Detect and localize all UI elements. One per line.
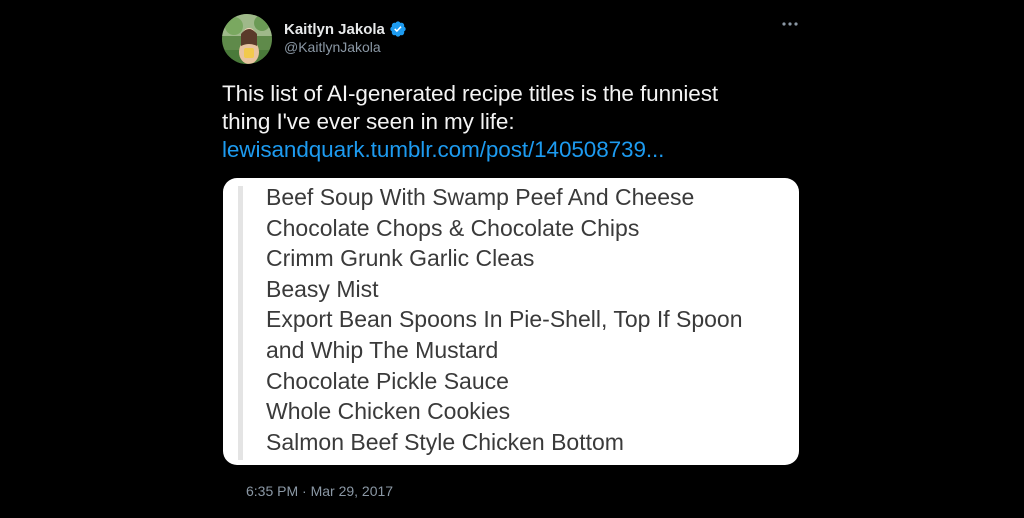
tweet-text: This list of AI-generated recipe titles … [222, 80, 802, 164]
list-item: Salmon Beef Style Chicken Bottom [266, 428, 624, 455]
list-item: Beasy Mist [266, 275, 379, 302]
more-horizontal-icon[interactable] [778, 14, 802, 34]
tweet: Kaitlyn Jakola @KaitlynJakola This list … [0, 0, 1024, 518]
quote-bar [238, 186, 243, 460]
tweet-timestamp[interactable]: 6:35 PM · Mar 29, 2017 [246, 483, 393, 499]
avatar[interactable] [222, 14, 272, 64]
tweet-media-image[interactable]: Beef Soup With Swamp Peef And Cheese Cho… [223, 178, 799, 465]
list-item: Export Bean Spoons In Pie-Shell, Top If … [266, 306, 743, 333]
tweet-text-line: thing I've ever seen in my life: [222, 109, 515, 134]
verified-badge-icon [389, 20, 407, 38]
avatar-image [222, 14, 272, 64]
tweet-link[interactable]: lewisandquark.tumblr.com/post/140508739.… [222, 136, 802, 164]
author-name-row: Kaitlyn Jakola [284, 18, 407, 40]
list-item: and Whip The Mustard [266, 336, 499, 363]
author-display-name[interactable]: Kaitlyn Jakola [284, 21, 385, 38]
list-item: Chocolate Pickle Sauce [266, 367, 509, 394]
list-item: Whole Chicken Cookies [266, 398, 511, 425]
author-handle[interactable]: @KaitlynJakola [284, 39, 381, 55]
list-item: Crimm Grunk Garlic Cleas [266, 245, 535, 272]
list-item: Chocolate Chops & Chocolate Chips [266, 214, 640, 241]
recipe-title-list: Beef Soup With Swamp Peef And Cheese Cho… [266, 182, 743, 457]
list-item: Beef Soup With Swamp Peef And Cheese [266, 184, 695, 210]
tweet-text-line: This list of AI-generated recipe titles … [222, 81, 719, 106]
